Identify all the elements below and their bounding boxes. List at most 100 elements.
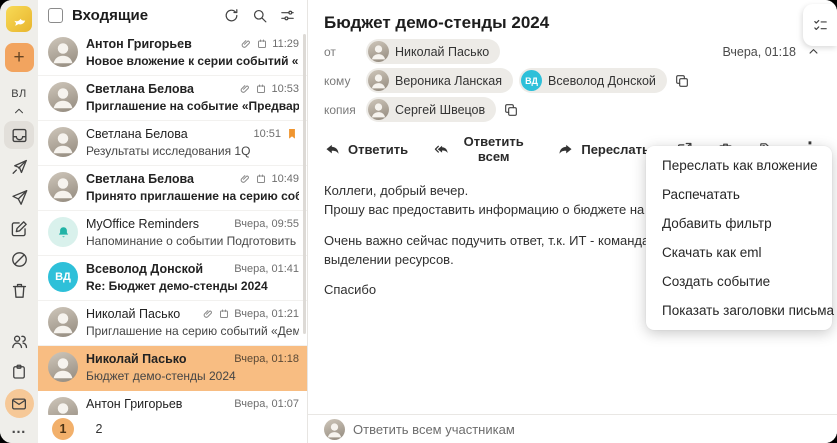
list-scrollbar[interactable] — [303, 34, 306, 334]
message-subject-preview: Напоминание о событии Подготовить отчет… — [86, 234, 299, 248]
to-row: кому Вероника Ланская ВД Всеволод Донско… — [308, 66, 837, 95]
menu-item[interactable]: Переслать как вложение — [646, 151, 832, 180]
sender-name: Николай Пасько — [86, 307, 181, 321]
sidebar-item-outbox[interactable] — [4, 152, 34, 180]
sidebar-item-inbox[interactable] — [4, 121, 34, 149]
sidebar-item-trash[interactable] — [4, 276, 34, 304]
message-subject-preview: Приглашение на событие «Предварительно… — [86, 99, 299, 113]
sidebar-bottom-group: … — [4, 324, 34, 439]
avatar-initials: ВД — [521, 70, 543, 91]
from-row: от Николай Пасько Вчера, 01:18 — [308, 37, 837, 66]
page-button-2[interactable]: 2 — [88, 418, 110, 440]
cc-label: копия — [324, 102, 356, 117]
recipient-pill[interactable]: ВД Всеволод Донской — [519, 68, 667, 93]
reply-all-button[interactable]: Ответить всем — [434, 134, 531, 164]
message-time: 11:29 — [272, 38, 299, 50]
sidebar: + ВЛ … — [0, 0, 38, 443]
menu-item[interactable]: Создать событие — [646, 267, 832, 296]
avatar — [368, 99, 389, 120]
filter-sliders-icon[interactable] — [278, 6, 297, 25]
list-header: Входящие — [38, 0, 307, 31]
from-label: от — [324, 44, 336, 59]
quick-reply-placeholder: Ответить всем участникам — [353, 421, 515, 437]
recipient-name: Сергей Швецов — [395, 102, 486, 117]
avatar — [368, 70, 389, 91]
sidebar-item-spam[interactable] — [4, 245, 34, 273]
calendar-icon — [256, 38, 268, 50]
avatar — [48, 352, 78, 382]
bell-icon — [48, 217, 78, 247]
message-subject-preview: Принято приглашение на серию событий «… — [86, 189, 299, 203]
message-date: Вчера, 01:18 — [722, 44, 796, 59]
collapse-chevron-icon[interactable] — [12, 104, 26, 118]
message-time: Вчера, 01:18 — [234, 353, 299, 365]
message-subject-preview: Приглашение на серию событий «Демо стен… — [86, 324, 299, 338]
reply-button[interactable]: Ответить — [324, 141, 408, 158]
menu-item[interactable]: Скачать как eml — [646, 238, 832, 267]
sidebar-item-drafts[interactable] — [4, 214, 34, 242]
menu-item[interactable]: Показать заголовки письма — [646, 296, 834, 325]
avatar — [48, 82, 78, 112]
forward-button[interactable]: Переслать — [557, 141, 650, 158]
list-item[interactable]: Светлана Белова 10:53 Приглашение на соб… — [38, 76, 307, 121]
message-time: 10:53 — [271, 83, 299, 95]
list-item[interactable]: Антон Григорьев 11:29 Новое вложение к с… — [38, 31, 307, 76]
sidebar-item-sent[interactable] — [4, 183, 34, 211]
menu-item[interactable]: Распечатать — [646, 180, 832, 209]
to-label: кому — [324, 73, 351, 88]
sender-name: Николай Пасько — [86, 352, 187, 366]
copy-recipients-icon[interactable] — [674, 73, 690, 89]
menu-item[interactable]: Добавить фильтр — [646, 209, 832, 238]
avatar — [368, 41, 389, 62]
reading-pane: Бюджет демо-стенды 2024 от Николай Паськ… — [308, 0, 837, 443]
sidebar-item-calendar[interactable] — [4, 358, 34, 386]
collapse-header-chevron-icon[interactable] — [806, 44, 821, 59]
compose-button[interactable]: + — [4, 43, 34, 72]
recipient-pill[interactable]: Сергей Швецов — [366, 97, 497, 122]
from-contact-pill[interactable]: Николай Пасько — [366, 39, 501, 64]
reply-label: Ответить — [348, 141, 409, 157]
quick-reply-bar[interactable]: Ответить всем участникам — [308, 414, 837, 443]
message-subject-preview: Результаты исследования 1Q — [86, 144, 251, 158]
folder-title: Входящие — [72, 7, 149, 24]
sender-name: Светлана Белова — [86, 172, 194, 186]
list-item[interactable]: Николай Пасько Вчера, 01:18 Бюджет демо-… — [38, 346, 307, 391]
message-date-group: Вчера, 01:18 — [722, 44, 821, 59]
sidebar-item-contacts[interactable] — [4, 327, 34, 355]
tasks-panel-tab[interactable] — [803, 4, 837, 46]
sender-name: Антон Григорьев — [86, 37, 192, 51]
copy-cc-icon[interactable] — [503, 102, 519, 118]
pagination: 1 2 — [38, 415, 307, 443]
calendar-icon — [255, 83, 267, 95]
list-item[interactable]: Николай Пасько Вчера, 01:21 Приглашение … — [38, 301, 307, 346]
app-logo-icon[interactable] — [6, 6, 32, 32]
refresh-icon[interactable] — [222, 6, 241, 25]
select-all-checkbox[interactable] — [48, 8, 63, 23]
message-list: Антон Григорьев 11:29 Новое вложение к с… — [38, 31, 307, 415]
page-button-1[interactable]: 1 — [52, 418, 74, 440]
list-item[interactable]: ВД Всеволод Донской Вчера, 01:41 Re: Бюд… — [38, 256, 307, 301]
list-item[interactable]: Светлана Белова 10:51 Результаты исследо… — [38, 121, 307, 166]
recipient-pill[interactable]: Вероника Ланская — [366, 68, 514, 93]
sidebar-item-mail[interactable] — [4, 389, 34, 418]
avatar — [48, 307, 78, 337]
message-time: Вчера, 01:21 — [234, 308, 299, 320]
avatar — [324, 418, 345, 440]
avatar-initials: ВД — [48, 262, 78, 292]
sidebar-more-icon[interactable]: … — [11, 420, 27, 437]
message-time: Вчера, 01:07 — [234, 398, 299, 410]
list-item[interactable]: MyOffice Reminders Вчера, 09:55 Напомина… — [38, 211, 307, 256]
list-item[interactable]: Антон Григорьев Вчера, 01:07 — [38, 391, 307, 415]
calendar-icon — [218, 308, 230, 320]
search-icon[interactable] — [250, 6, 269, 25]
recipient-name: Вероника Ланская — [395, 73, 503, 88]
avatar — [48, 127, 78, 157]
list-item[interactable]: Светлана Белова 10:49 Принято приглашени… — [38, 166, 307, 211]
paperclip-icon — [202, 308, 214, 320]
avatar — [48, 397, 78, 415]
reply-all-label: Ответить всем — [463, 134, 524, 164]
sender-name: Антон Григорьев — [86, 397, 183, 411]
mail-app-window: + ВЛ … Входящие Антон Григорьев 11:29 Но… — [0, 0, 837, 443]
user-avatar-initials[interactable]: ВЛ — [11, 88, 26, 100]
paperclip-icon — [240, 38, 252, 50]
